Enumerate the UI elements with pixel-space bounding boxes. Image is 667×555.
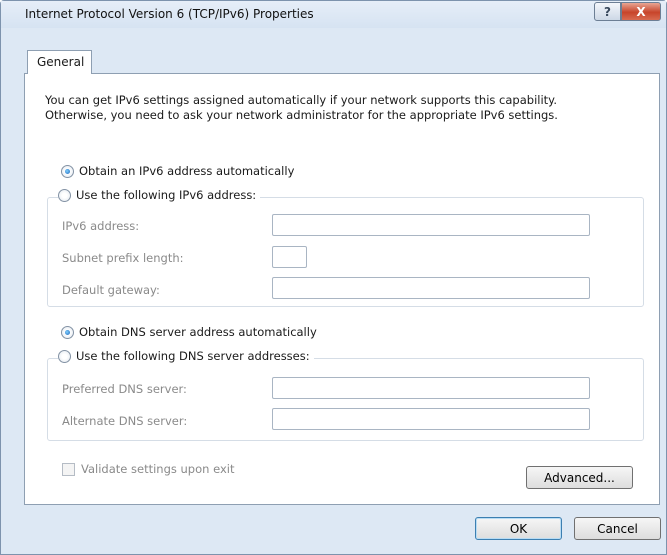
- ip-manual-label: Use the following IPv6 address:: [76, 188, 257, 202]
- advanced-button[interactable]: Advanced...: [526, 466, 633, 489]
- intro-line-2: Otherwise, you need to ask your network …: [45, 108, 558, 122]
- alternate-dns-field[interactable]: [272, 408, 590, 430]
- dns-auto-radio[interactable]: [61, 325, 74, 339]
- title-bar: Internet Protocol Version 6 (TCP/IPv6) P…: [1, 1, 666, 28]
- subnet-prefix-label: Subnet prefix length:: [62, 251, 184, 265]
- close-icon: X: [636, 4, 646, 19]
- help-button[interactable]: ?: [594, 2, 621, 21]
- subnet-prefix-field[interactable]: [272, 246, 307, 268]
- help-icon: ?: [604, 4, 611, 19]
- ip-auto-radio[interactable]: [61, 164, 74, 178]
- intro-text: You can get IPv6 settings assigned autom…: [45, 93, 635, 123]
- validate-row[interactable]: Validate settings upon exit: [62, 462, 234, 476]
- close-button[interactable]: X: [621, 2, 661, 21]
- ipv6-address-label: IPv6 address:: [62, 219, 140, 233]
- window-title: Internet Protocol Version 6 (TCP/IPv6) P…: [25, 7, 314, 21]
- ipv6-address-field[interactable]: [272, 214, 590, 236]
- default-gateway-label: Default gateway:: [62, 283, 160, 297]
- dns-auto-radio-row[interactable]: Obtain DNS server address automatically: [61, 325, 321, 339]
- ip-auto-radio-row[interactable]: Obtain an IPv6 address automatically: [61, 164, 299, 178]
- default-gateway-field[interactable]: [272, 277, 590, 299]
- validate-checkbox[interactable]: [62, 462, 75, 476]
- validate-label: Validate settings upon exit: [81, 462, 235, 476]
- intro-line-1: You can get IPv6 settings assigned autom…: [45, 93, 557, 107]
- dns-auto-label: Obtain DNS server address automatically: [79, 325, 317, 339]
- ok-button[interactable]: OK: [475, 517, 562, 540]
- ip-manual-radio[interactable]: [58, 188, 71, 202]
- dns-manual-radio[interactable]: [58, 349, 71, 363]
- alternate-dns-label: Alternate DNS server:: [62, 414, 188, 428]
- ip-manual-radio-row[interactable]: Use the following IPv6 address:: [58, 188, 261, 202]
- preferred-dns-label: Preferred DNS server:: [62, 382, 187, 396]
- tab-general[interactable]: General: [27, 50, 92, 74]
- ip-auto-label: Obtain an IPv6 address automatically: [79, 164, 295, 178]
- tab-general-label: General: [37, 55, 85, 69]
- dns-manual-label: Use the following DNS server addresses:: [76, 349, 310, 363]
- dns-manual-radio-row[interactable]: Use the following DNS server addresses:: [58, 349, 314, 363]
- preferred-dns-field[interactable]: [272, 377, 590, 399]
- cancel-button[interactable]: Cancel: [574, 517, 661, 540]
